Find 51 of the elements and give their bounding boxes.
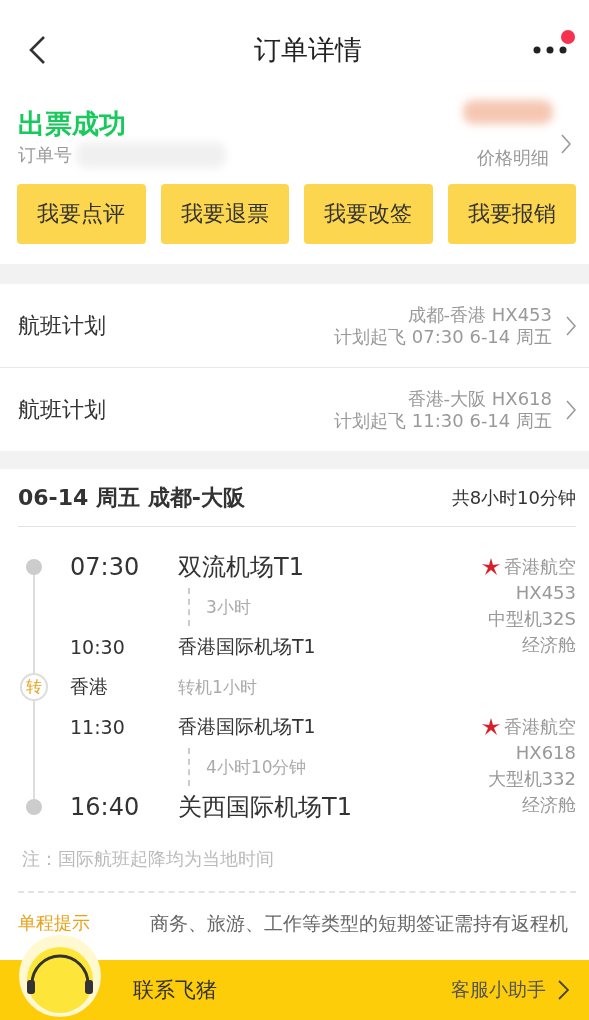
action-button[interactable]: 我要改签	[304, 184, 433, 244]
page-title: 订单详情	[253, 33, 362, 67]
departure-time: 07:30	[70, 553, 141, 581]
airline-name: 香港航空	[504, 715, 576, 739]
assistant-link[interactable]: 客服小助手	[451, 977, 546, 1003]
airline-name: 香港航空	[504, 555, 576, 579]
aircraft-type: 中型机32S	[487, 607, 576, 631]
avatar-icon	[18, 934, 102, 1018]
more-icon[interactable]	[533, 46, 567, 54]
schedule-text: 计划起飞 07:30 6-14 周五	[334, 325, 552, 348]
route-text: 成都-香港 HX453	[407, 303, 552, 326]
departure-airport: 双流机场T1	[178, 552, 304, 583]
chevron-right-icon	[566, 399, 576, 420]
aircraft-type: 大型机332	[487, 767, 576, 791]
order-number-label: 订单号	[18, 143, 72, 167]
arrival-airport: 关西国际机场T1	[178, 792, 352, 823]
flight-number: HX618	[515, 741, 576, 765]
contact-label: 联系飞猪	[133, 977, 218, 1004]
row-label: 航班计划	[18, 395, 107, 424]
timeline-dot	[26, 559, 42, 575]
action-button[interactable]: 我要退票	[160, 184, 289, 244]
total-duration: 共8小时10分钟	[451, 485, 576, 510]
chevron-right-icon	[561, 134, 571, 154]
chevron-right-icon	[566, 315, 576, 336]
action-button[interactable]: 我要点评	[17, 184, 146, 244]
flight-plan-row[interactable]: 航班计划 成都-香港 HX453 计划起飞 07:30 6-14 周五	[0, 284, 589, 367]
departure-airport: 香港国际机场T1	[178, 714, 316, 739]
timezone-note: 注：国际航班起降均为当地时间	[22, 847, 275, 871]
status-text: 出票成功	[18, 107, 127, 141]
trip-title: 06-14 周五 成都-大阪	[18, 483, 245, 512]
tip-label: 单程提示	[18, 911, 91, 935]
cabin-class: 经济舱	[522, 633, 576, 657]
back-icon[interactable]	[28, 35, 46, 65]
flight-duration: 4小时10分钟	[206, 755, 307, 779]
schedule-text: 计划起飞 11:30 6-14 周五	[334, 409, 552, 432]
flight-duration: 3小时	[206, 595, 251, 619]
cabin-class: 经济舱	[522, 793, 576, 817]
route-text: 香港-大阪 HX618	[407, 387, 552, 410]
transfer-badge: 转	[20, 673, 48, 701]
departure-time: 11:30	[70, 716, 126, 738]
arrival-airport: 香港国际机场T1	[178, 634, 316, 659]
flight-number: HX453	[515, 581, 576, 605]
transfer-city: 香港	[70, 674, 109, 699]
row-label: 航班计划	[18, 311, 107, 340]
transfer-duration: 转机1小时	[178, 675, 257, 699]
chevron-right-icon	[558, 980, 569, 1000]
timeline-dot	[26, 799, 42, 815]
arrival-time: 10:30	[70, 636, 126, 658]
arrival-time: 16:40	[70, 793, 141, 821]
action-button[interactable]: 我要报销	[447, 184, 576, 244]
tip-text: 商务、旅游、工作等类型的短期签证需持有返程机	[150, 912, 568, 936]
